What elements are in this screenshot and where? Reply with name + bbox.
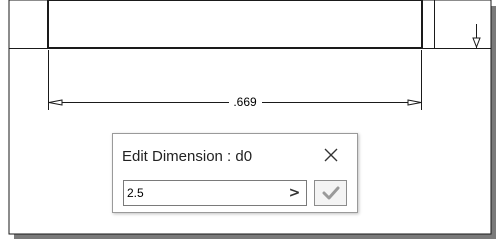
dimension-value[interactable]: .669 [233, 95, 257, 109]
chevron-right-icon[interactable]: > [283, 181, 306, 205]
dimension-value-input[interactable] [123, 180, 307, 206]
accept-button[interactable] [314, 180, 347, 206]
dialog-title: Edit Dimension : d0 [122, 148, 253, 165]
close-button[interactable] [318, 142, 344, 168]
checkmark-icon [322, 186, 340, 200]
edit-dimension-dialog: Edit Dimension : d0 > [112, 133, 358, 213]
close-icon [324, 148, 338, 162]
